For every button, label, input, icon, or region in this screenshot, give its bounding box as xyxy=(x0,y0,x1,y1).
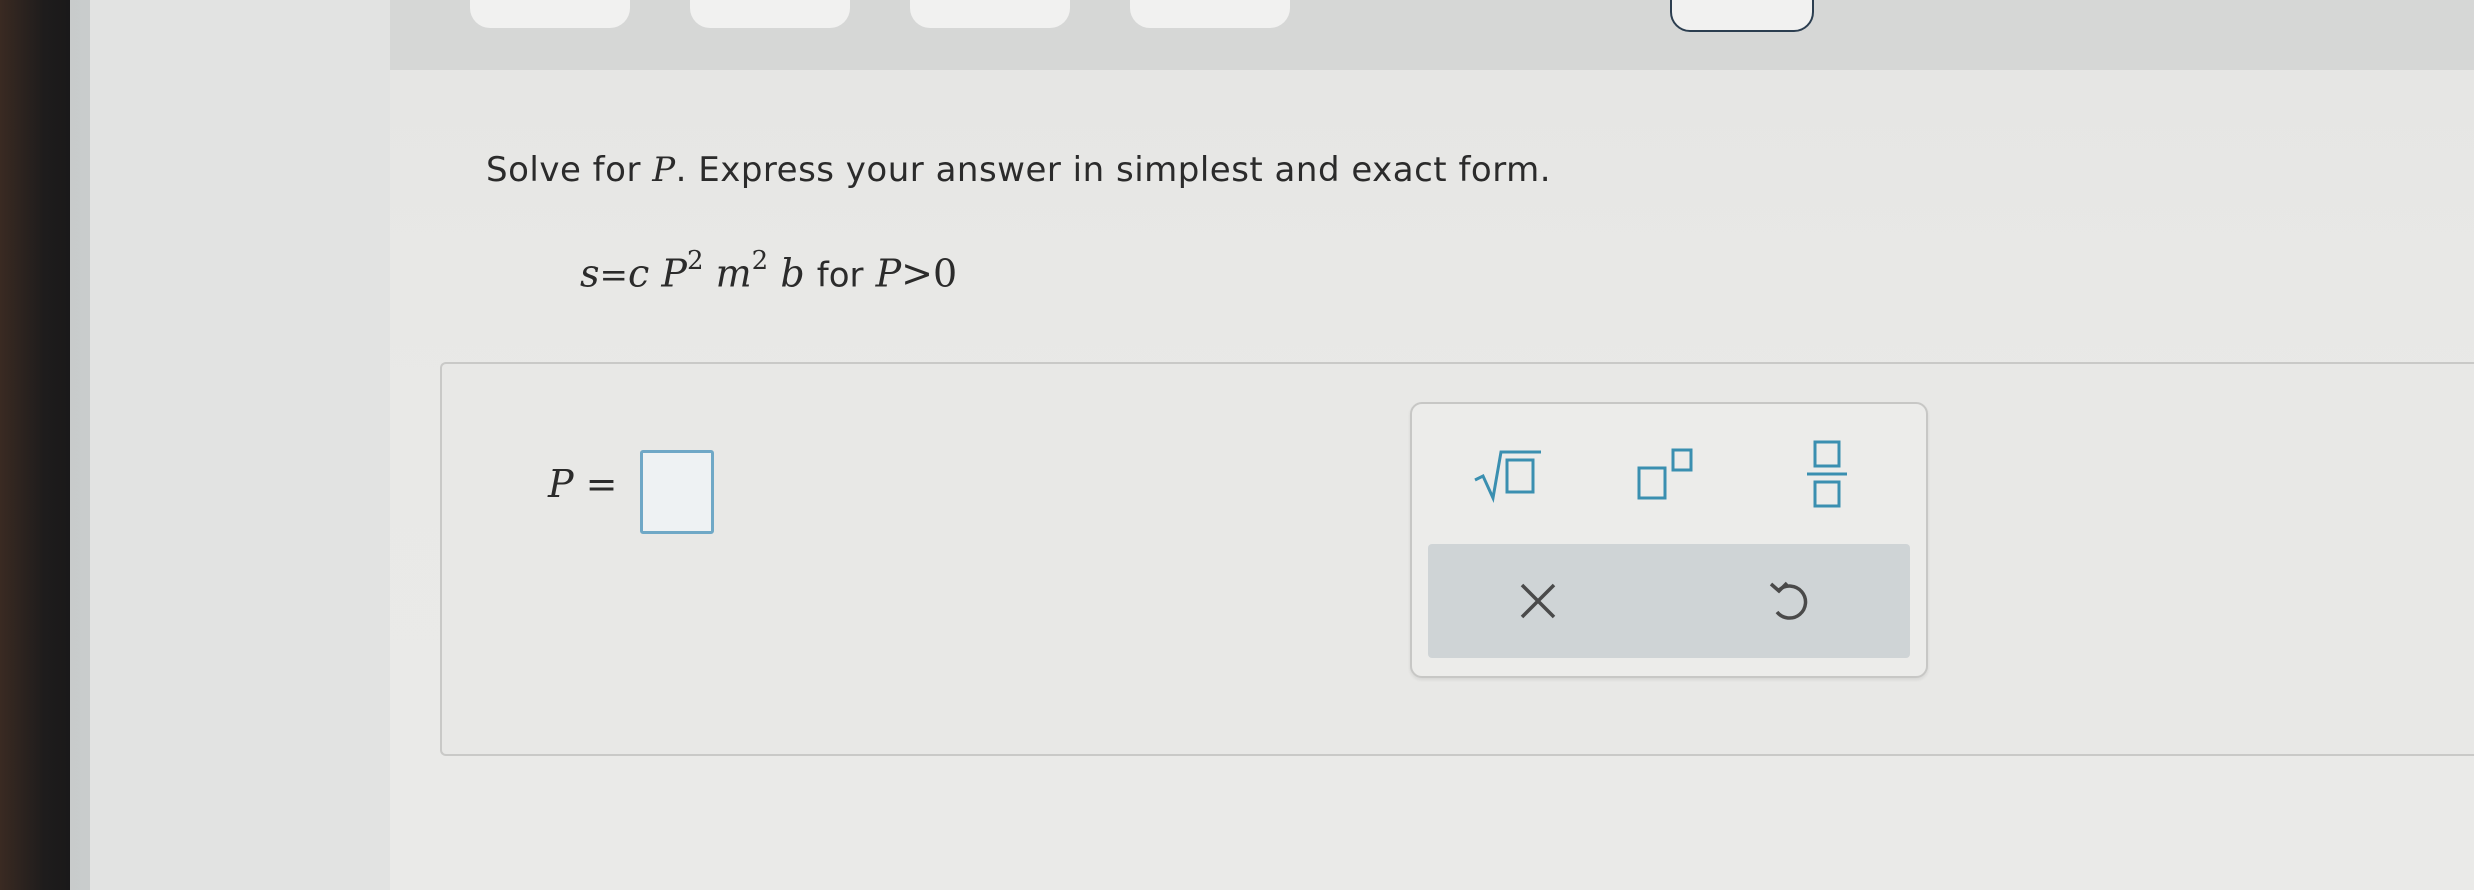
eq-equals: = xyxy=(599,255,629,296)
eq-P: P xyxy=(661,251,687,296)
eq-P-exponent: 2 xyxy=(686,246,704,276)
top-tab-2[interactable] xyxy=(690,0,850,28)
answer-label: P = xyxy=(548,462,618,506)
math-toolbar xyxy=(1410,402,1928,678)
fraction-icon xyxy=(1807,440,1847,508)
answer-variable: P xyxy=(548,462,574,506)
top-tab-5[interactable] xyxy=(1670,0,1814,32)
answer-input[interactable] xyxy=(640,450,714,534)
eq-m: m xyxy=(715,251,752,296)
top-tab-1[interactable] xyxy=(470,0,630,28)
square-root-icon xyxy=(1474,450,1541,504)
top-bar xyxy=(390,0,2474,78)
exponent-button[interactable] xyxy=(1622,434,1712,514)
question-prompt: Solve for P. Express your answer in simp… xyxy=(486,150,1551,190)
eq-for-text: for xyxy=(816,255,864,296)
fraction-button[interactable] xyxy=(1782,434,1872,514)
undo-icon xyxy=(1769,581,1808,620)
eq-c: c xyxy=(628,251,650,296)
eq-m-exponent: 2 xyxy=(751,246,769,276)
question-prefix: Solve for xyxy=(486,150,653,190)
top-tab-4[interactable] xyxy=(1130,0,1290,28)
eq-cond-op: > xyxy=(901,251,933,296)
equation: s=c P2 m2 b for P>0 xyxy=(580,246,958,296)
top-tab-3[interactable] xyxy=(910,0,1070,28)
square-root-button[interactable] xyxy=(1462,434,1552,514)
toolbar-actions xyxy=(1428,544,1910,658)
close-icon xyxy=(1520,583,1556,619)
question-variable: P xyxy=(652,150,676,190)
eq-b: b xyxy=(780,251,805,296)
eq-lhs: s xyxy=(580,251,600,296)
clear-button[interactable] xyxy=(1478,556,1598,646)
eq-cond-val: 0 xyxy=(933,251,958,296)
question-suffix: . Express your answer in simplest and ex… xyxy=(675,150,1552,190)
exponent-icon xyxy=(1637,448,1693,500)
undo-button[interactable] xyxy=(1730,556,1850,646)
eq-cond-var: P xyxy=(875,251,902,296)
answer-equals: = xyxy=(585,462,618,506)
